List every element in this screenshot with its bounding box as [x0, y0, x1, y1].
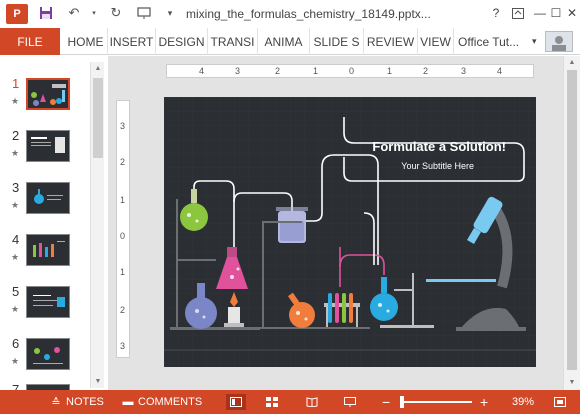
save-icon[interactable] [38, 5, 54, 21]
zoom-slider-track[interactable] [400, 401, 472, 403]
ruler-label: 1 [120, 195, 126, 205]
close-button[interactable]: ✕ [562, 4, 580, 22]
reading-view-icon[interactable] [302, 394, 322, 410]
scrollbar-thumb[interactable] [567, 70, 577, 370]
slide-thumbnail[interactable]: 1 ★ [0, 76, 90, 126]
animation-star-icon: ★ [11, 200, 20, 210]
tab-design[interactable]: DESIGN [156, 28, 208, 55]
help-button[interactable]: ? [486, 4, 506, 22]
notes-button[interactable]: NOTES [66, 390, 104, 414]
tab-view[interactable]: VIEW [418, 28, 454, 55]
scroll-down-icon[interactable]: ▼ [91, 375, 105, 388]
slide-number: 1 [12, 76, 20, 91]
animation-star-icon: ★ [11, 356, 20, 366]
ruler-label: 2 [423, 66, 429, 76]
tab-animations[interactable]: ANIMA [258, 28, 310, 55]
tab-home[interactable]: HOME [64, 28, 108, 55]
slide-thumbnail[interactable]: 3 ★ [0, 180, 90, 230]
ruler-label: 2 [275, 66, 281, 76]
slide-preview [26, 234, 70, 266]
ruler-label: 0 [120, 231, 126, 241]
slide-number: 7 [12, 382, 20, 390]
ruler-label: 3 [120, 341, 126, 351]
ruler-label: 4 [199, 66, 205, 76]
slide-preview [26, 130, 70, 162]
tab-slide-show[interactable]: SLIDE S [310, 28, 364, 55]
zoom-level[interactable]: 39% [512, 390, 534, 414]
ruler-label: 3 [235, 66, 241, 76]
ruler-label: 3 [120, 121, 126, 131]
repeat-icon[interactable]: ↻ [108, 5, 124, 21]
tab-insert[interactable]: INSERT [108, 28, 156, 55]
scroll-down-icon[interactable]: ▼ [565, 376, 579, 389]
scrollbar-thumb[interactable] [93, 78, 103, 158]
slide-thumbnail[interactable]: 7 [0, 382, 90, 390]
zoom-in-button[interactable]: + [480, 390, 488, 414]
animation-star-icon: ★ [11, 252, 20, 262]
slide-show-icon[interactable] [340, 394, 360, 410]
animation-star-icon: ★ [11, 96, 20, 106]
zoom-slider-handle[interactable] [400, 396, 404, 408]
slide-preview [25, 77, 71, 111]
account-dropdown-icon[interactable]: ▾ [532, 36, 537, 47]
slide-number: 6 [12, 336, 20, 351]
ruler-label: 1 [313, 66, 319, 76]
horizontal-ruler: 4 3 2 1 0 1 2 3 4 [166, 64, 534, 78]
zoom-out-button[interactable]: − [382, 390, 390, 414]
tab-transitions[interactable]: TRANSI [208, 28, 258, 55]
title-bar: P ↶ ▾ ↻ ▾ mixing_the_formulas_chemistry_… [0, 0, 580, 28]
undo-icon[interactable]: ↶ [66, 5, 82, 21]
slide-thumbnail[interactable]: 2 ★ [0, 128, 90, 178]
slide-thumbnail[interactable]: 5 ★ [0, 284, 90, 334]
editor-scrollbar[interactable]: ▲ ▼ [563, 56, 580, 390]
slide-title[interactable]: Formulate a Solution! [164, 139, 536, 154]
slide-number: 3 [12, 180, 20, 195]
slide-thumbnail[interactable]: 6 ★ [0, 336, 90, 386]
powerpoint-logo-icon: P [6, 4, 28, 24]
account-name[interactable]: Office Tut... [458, 28, 519, 55]
ruler-label: 4 [497, 66, 503, 76]
file-tab[interactable]: FILE [0, 28, 60, 55]
present-from-start-icon[interactable] [136, 5, 152, 21]
ribbon-display-options-icon[interactable] [508, 4, 528, 22]
vertical-ruler: 3 2 1 0 1 2 3 [116, 100, 130, 358]
powerpoint-window: P ↶ ▾ ↻ ▾ mixing_the_formulas_chemistry_… [0, 0, 580, 414]
status-bar: ≙ NOTES ▬ COMMENTS − + 39% [0, 390, 580, 414]
slide-preview [26, 286, 70, 318]
ruler-label: 2 [120, 157, 126, 167]
scroll-up-icon[interactable]: ▲ [565, 56, 579, 69]
slide-canvas[interactable]: Formulate a Solution! Your Subtitle Here [164, 97, 536, 367]
animation-star-icon: ★ [11, 148, 20, 158]
slide-number: 4 [12, 232, 20, 247]
ruler-label: 1 [120, 267, 126, 277]
ruler-label: 3 [461, 66, 467, 76]
avatar[interactable] [545, 31, 573, 52]
animation-star-icon: ★ [11, 304, 20, 314]
slide-preview [26, 182, 70, 214]
notes-icon[interactable]: ≙ [46, 394, 66, 410]
tab-review[interactable]: REVIEW [364, 28, 418, 55]
slide-thumbnail[interactable]: 4 ★ [0, 232, 90, 282]
ribbon-tabs: FILE HOME INSERT DESIGN TRANSI ANIMA SLI… [0, 28, 580, 55]
ruler-label: 2 [120, 305, 126, 315]
customize-qat-icon[interactable]: ▾ [162, 5, 178, 21]
ruler-label: 1 [387, 66, 393, 76]
comments-icon[interactable]: ▬ [118, 394, 138, 410]
slide-number: 2 [12, 128, 20, 143]
fit-slide-icon[interactable] [550, 394, 570, 410]
slide-preview [26, 338, 70, 370]
window-title: mixing_the_formulas_chemistry_18149.pptx… [186, 7, 431, 21]
chemistry-illustration [164, 97, 536, 367]
scroll-up-icon[interactable]: ▲ [91, 62, 105, 75]
ruler-label: 0 [349, 66, 355, 76]
comments-button[interactable]: COMMENTS [138, 390, 202, 414]
slide-number: 5 [12, 284, 20, 299]
slide-sorter-icon[interactable] [262, 394, 282, 410]
normal-view-icon[interactable] [226, 394, 246, 410]
thumbnail-scrollbar[interactable]: ▲ ▼ [90, 62, 104, 388]
slide-subtitle[interactable]: Your Subtitle Here [164, 161, 536, 171]
undo-dropdown-icon[interactable]: ▾ [86, 5, 102, 21]
